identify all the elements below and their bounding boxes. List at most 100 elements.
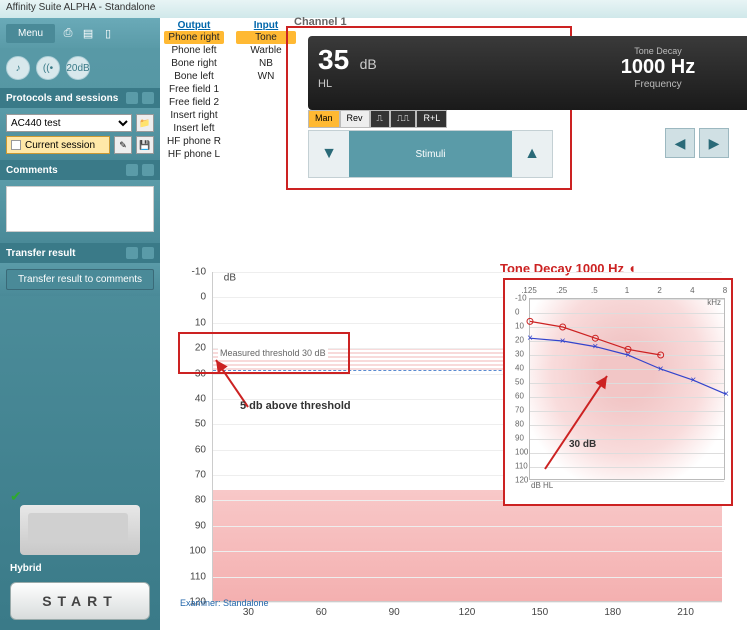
session-checkbox[interactable] [11, 140, 21, 150]
inset-xunit: kHz [707, 298, 721, 307]
stimuli-button[interactable]: Stimuli [349, 131, 512, 177]
level-sublabel: HL [318, 78, 418, 90]
output-item[interactable]: Bone left [164, 70, 224, 83]
stimuli-row: ▼ Stimuli ▲ [308, 130, 553, 178]
panel-close-icon[interactable] [142, 164, 154, 176]
output-item[interactable]: Insert right [164, 109, 224, 122]
output-item[interactable]: Phone right [164, 31, 224, 44]
inset-x-tick: 2 [657, 286, 661, 295]
inset-y-tick: 90 [515, 434, 524, 443]
save-icon[interactable]: ▤ [81, 26, 95, 40]
channel-panel: 35 dB HL Tone Decay 1000 Hz Frequency [308, 36, 747, 110]
inset-y-tick: 10 [515, 322, 524, 331]
freq-title: Tone Decay [428, 46, 747, 56]
y-tick-label: 40 [195, 393, 206, 404]
current-session-label: Current session [25, 140, 95, 151]
output-item[interactable]: Free field 1 [164, 83, 224, 96]
transfer-header: Transfer result [0, 243, 160, 263]
tool-speech-icon[interactable]: ((• [36, 56, 60, 80]
chart-area: Tone Decay 1000 Hz ◖ -100102030405060708… [160, 198, 747, 610]
inset-y-tick: 60 [515, 392, 524, 401]
indicator[interactable]: ⎍⎍ [390, 110, 417, 128]
inset-arrow-icon [535, 364, 615, 474]
x-tick-label: 120 [459, 607, 476, 618]
transfer-header-label: Transfer result [6, 248, 75, 259]
y-tick-label: 10 [195, 317, 206, 328]
y-axis-label: dB [224, 273, 236, 284]
panel-close-icon[interactable] [142, 247, 154, 259]
panel-close-icon[interactable] [142, 92, 154, 104]
device-image [20, 505, 140, 555]
inset-y-tick: 110 [515, 462, 528, 471]
nav-next-button[interactable]: ▶ [699, 128, 729, 158]
output-item[interactable]: Bone right [164, 57, 224, 70]
x-tick-label: 150 [532, 607, 549, 618]
inset-y-tick: 0 [515, 308, 519, 317]
y-tick-label: 90 [195, 520, 206, 531]
output-item[interactable]: Free field 2 [164, 96, 224, 109]
x-tick-label: 30 [243, 607, 254, 618]
protocols-header: Protocols and sessions [0, 88, 160, 108]
x-tick-label: 210 [677, 607, 694, 618]
level-unit: dB [360, 56, 377, 72]
x-tick-label: 180 [604, 607, 621, 618]
inset-y-tick: 40 [515, 364, 524, 373]
tool-tone-icon[interactable]: ♪ [6, 56, 30, 80]
panel-collapse-icon[interactable] [126, 164, 138, 176]
freq-value: 1000 Hz [428, 56, 747, 79]
y-tick-label: 80 [195, 495, 206, 506]
inset-x-tick: .5 [591, 286, 598, 295]
indicator[interactable]: R+L [416, 110, 447, 128]
comments-input[interactable] [6, 186, 154, 232]
inset-y-tick: 20 [515, 336, 524, 345]
inset-y-tick: 80 [515, 420, 524, 429]
output-column: Output Phone rightPhone leftBone rightBo… [164, 20, 224, 161]
device-icon[interactable]: ▯ [101, 26, 115, 40]
titlebar: Affinity Suite ALPHA - Standalone [0, 0, 747, 18]
inset-y-tick: 30 [515, 350, 524, 359]
output-item[interactable]: HF phone R [164, 135, 224, 148]
inset-y-tick: 70 [515, 406, 524, 415]
inset-chart: ××××××× kHz dB HL 30 dB .125.25.51248-10… [503, 278, 733, 506]
start-button[interactable]: START [10, 582, 150, 620]
y-tick-label: 0 [200, 292, 206, 303]
level-value: 35 [318, 44, 349, 76]
panel-collapse-icon[interactable] [126, 92, 138, 104]
protocol-open-icon[interactable]: 📁 [136, 114, 154, 132]
panel-collapse-icon[interactable] [126, 247, 138, 259]
y-tick-label: 60 [195, 444, 206, 455]
inset-x-tick: 8 [723, 286, 727, 295]
indicator[interactable]: Rev [340, 110, 370, 128]
output-item[interactable]: Insert left [164, 122, 224, 135]
inset-yunit: dB HL [531, 481, 553, 490]
session-new-icon[interactable]: ✎ [114, 136, 132, 154]
y-tick-label: -10 [192, 267, 206, 278]
freq-sublabel: Frequency [428, 79, 747, 90]
inset-x-tick: 4 [690, 286, 694, 295]
x-tick-label: 60 [316, 607, 327, 618]
output-header: Output [164, 20, 224, 31]
stimuli-down-button[interactable]: ▼ [309, 130, 349, 178]
above-threshold-label: 5 db above threshold [240, 400, 351, 412]
menu-button[interactable]: Menu [6, 24, 55, 43]
hybrid-check-icon: ✔ [10, 488, 170, 505]
output-item[interactable]: HF phone L [164, 148, 224, 161]
stimuli-up-button[interactable]: ▲ [512, 130, 552, 178]
nav-prev-button[interactable]: ◀ [665, 128, 695, 158]
output-item[interactable]: Phone left [164, 44, 224, 57]
comments-header-label: Comments [6, 165, 58, 176]
y-tick-label: 70 [195, 470, 206, 481]
protocol-select[interactable]: AC440 test [6, 114, 132, 132]
current-session-box[interactable]: Current session [6, 136, 110, 154]
session-save-icon[interactable]: 💾 [136, 136, 154, 154]
sidebar: Menu ⎙ ▤ ▯ ♪ ((• 20dB Protocols and sess… [0, 18, 160, 630]
protocols-header-label: Protocols and sessions [6, 93, 118, 104]
indicator[interactable]: ⎍ [370, 110, 390, 128]
inset-x-tick: 1 [625, 286, 629, 295]
print-icon[interactable]: ⎙ [61, 26, 75, 40]
indicator[interactable]: Man [308, 110, 340, 128]
inset-y-tick: 120 [515, 476, 528, 485]
hybrid-label: Hybrid [0, 563, 160, 574]
transfer-button[interactable]: Transfer result to comments [6, 269, 154, 290]
tool-20db-icon[interactable]: 20dB [66, 56, 90, 80]
